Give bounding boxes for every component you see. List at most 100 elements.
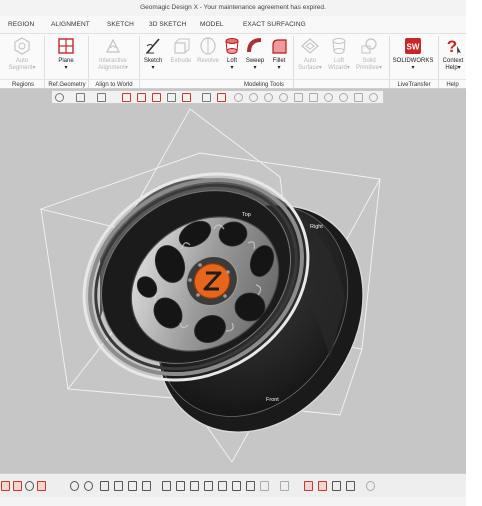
display-wire-icon[interactable] bbox=[37, 481, 46, 491]
right-plane-label: Right bbox=[310, 224, 323, 230]
solid-display-icon[interactable] bbox=[346, 481, 355, 491]
view-iso-icon[interactable] bbox=[182, 93, 191, 102]
filter-1-icon[interactable] bbox=[162, 481, 171, 491]
mesh-display-red-icon[interactable] bbox=[304, 481, 313, 491]
view-right-icon[interactable] bbox=[167, 93, 176, 102]
solidworks-label: SOLIDWORKS bbox=[392, 58, 434, 64]
select-edge-icon[interactable] bbox=[114, 481, 123, 491]
auto-segment-icon bbox=[14, 37, 30, 55]
select-mode-icon[interactable] bbox=[55, 93, 64, 102]
arc-tool-icon[interactable] bbox=[249, 93, 258, 102]
extrude-icon bbox=[174, 38, 190, 54]
measure-icon[interactable] bbox=[294, 93, 303, 102]
ribbon-tab-bar: REGION ALIGNMENT SKETCH 3D SKETCH MODEL … bbox=[0, 16, 466, 34]
interactive-alignment-icon bbox=[106, 38, 120, 53]
zoom-fit-icon[interactable] bbox=[324, 93, 333, 102]
line-tool-icon[interactable] bbox=[202, 93, 211, 102]
window-title: Geomagic Design X - Your maintenance agr… bbox=[140, 4, 326, 11]
tab-exact-surfacing[interactable]: EXACT SURFACING bbox=[243, 16, 306, 34]
auto-surface-button[interactable]: Auto Surface▾ bbox=[296, 36, 324, 76]
sketch-dropdown-arrow[interactable]: ▾ bbox=[151, 65, 154, 71]
loft-wizard-icon bbox=[332, 38, 346, 54]
tab-region[interactable]: REGION bbox=[8, 16, 34, 34]
sweep-dropdown-arrow[interactable]: ▾ bbox=[253, 65, 256, 71]
view-back-icon[interactable] bbox=[137, 93, 146, 102]
solidworks-dropdown-arrow[interactable]: ▾ bbox=[411, 65, 414, 71]
filter-3-icon[interactable] bbox=[190, 481, 199, 491]
select-body-icon[interactable] bbox=[100, 481, 109, 491]
loft-label: Loft bbox=[226, 58, 237, 64]
surface-display-icon[interactable] bbox=[332, 481, 341, 491]
revolve-button[interactable]: Revolve bbox=[195, 36, 221, 76]
filter-4-icon[interactable] bbox=[204, 481, 213, 491]
loft-icon bbox=[225, 38, 239, 54]
mesh-display-red-2-icon[interactable] bbox=[318, 481, 327, 491]
context-help-button[interactable]: ? Context Help▾ bbox=[440, 36, 466, 76]
display-mesh-icon[interactable] bbox=[1, 481, 10, 491]
extrude-button[interactable]: Extrude bbox=[168, 36, 194, 76]
loft-dropdown-arrow[interactable]: ▾ bbox=[230, 65, 233, 71]
solid-primitive-button[interactable]: Solid Primitive▾ bbox=[354, 36, 384, 76]
solidworks-button[interactable]: SW SOLIDWORKS ▾ bbox=[391, 36, 435, 76]
fillet-dropdown-arrow[interactable]: ▾ bbox=[277, 65, 280, 71]
sketch-button[interactable]: Sketch ▾ bbox=[142, 36, 164, 76]
tab-model[interactable]: MODEL bbox=[200, 16, 224, 34]
svg-text:SW: SW bbox=[407, 43, 420, 52]
fillet-button[interactable]: Fillet ▾ bbox=[268, 36, 290, 76]
select-region-icon[interactable] bbox=[128, 481, 137, 491]
filter-2-icon[interactable] bbox=[176, 481, 185, 491]
loft-button[interactable]: Loft ▾ bbox=[222, 36, 242, 76]
pan-icon[interactable] bbox=[354, 93, 363, 102]
filter-5-icon[interactable] bbox=[218, 481, 227, 491]
revolve-icon bbox=[200, 37, 216, 55]
loft-wizard-label: Loft Wizard▾ bbox=[328, 58, 350, 71]
top-plane-label: Top bbox=[242, 212, 251, 218]
filter-6-icon[interactable] bbox=[232, 481, 241, 491]
tab-3d-sketch[interactable]: 3D SKETCH bbox=[149, 16, 186, 34]
zoom-icon[interactable] bbox=[339, 93, 348, 102]
wheel-model-scene bbox=[39, 108, 381, 463]
plane-button[interactable]: Plane ▾ bbox=[48, 36, 84, 76]
auto-segment-button[interactable]: Auto Segment▾ bbox=[3, 36, 41, 76]
tab-alignment[interactable]: ALIGNMENT bbox=[51, 16, 90, 34]
model-viewport[interactable]: Top Right Front bbox=[0, 89, 466, 473]
rect-tool-icon[interactable] bbox=[217, 93, 226, 102]
filter-7-icon[interactable] bbox=[246, 481, 255, 491]
rotate-icon[interactable] bbox=[264, 93, 273, 102]
visibility-eye-icon[interactable] bbox=[369, 93, 378, 102]
context-help-label: Context Help▾ bbox=[442, 58, 464, 71]
tab-sketch[interactable]: SKETCH bbox=[107, 16, 134, 34]
view-select-icon[interactable] bbox=[97, 93, 106, 102]
orbit-icon[interactable] bbox=[279, 93, 288, 102]
solidworks-icon: SW bbox=[405, 38, 421, 54]
select-vertex-icon[interactable] bbox=[70, 481, 79, 491]
view-front-icon[interactable] bbox=[122, 93, 131, 102]
sweep-button[interactable]: Sweep ▾ bbox=[244, 36, 266, 76]
plane-icon bbox=[58, 38, 74, 54]
section-icon[interactable] bbox=[309, 93, 318, 102]
display-shaded-icon[interactable] bbox=[13, 481, 22, 491]
plane-dropdown-arrow[interactable]: ▾ bbox=[64, 65, 67, 71]
svg-text:?: ? bbox=[447, 37, 457, 56]
display-eye-icon[interactable] bbox=[25, 481, 34, 491]
filter-9-icon[interactable] bbox=[280, 481, 289, 491]
select-face-icon[interactable] bbox=[84, 481, 93, 491]
view-left-icon[interactable] bbox=[152, 93, 161, 102]
loft-wizard-button[interactable]: Loft Wizard▾ bbox=[325, 36, 353, 76]
solid-primitive-icon bbox=[361, 38, 377, 54]
ribbon-group-labels: Regions Ref.Geometry Align to World Mode… bbox=[0, 79, 466, 89]
auto-segment-label: Auto Segment▾ bbox=[8, 58, 36, 71]
deviation-icon[interactable] bbox=[366, 481, 375, 491]
filter-8-icon[interactable] bbox=[260, 481, 269, 491]
circle-tool-icon[interactable] bbox=[234, 93, 243, 102]
revolve-label: Revolve bbox=[197, 58, 219, 64]
plane-label: Plane bbox=[58, 58, 74, 64]
fillet-label: Fillet bbox=[272, 58, 286, 64]
box-select-icon[interactable] bbox=[76, 93, 85, 102]
auto-surface-icon bbox=[301, 38, 319, 54]
interactive-alignment-button[interactable]: Interactive Alignment▾ bbox=[92, 36, 134, 76]
display-toolbar bbox=[0, 473, 466, 497]
ribbon: Auto Segment▾ Plane ▾ Interactive Alignm… bbox=[0, 34, 466, 89]
front-plane-label: Front bbox=[266, 397, 279, 403]
select-feature-icon[interactable] bbox=[142, 481, 151, 491]
